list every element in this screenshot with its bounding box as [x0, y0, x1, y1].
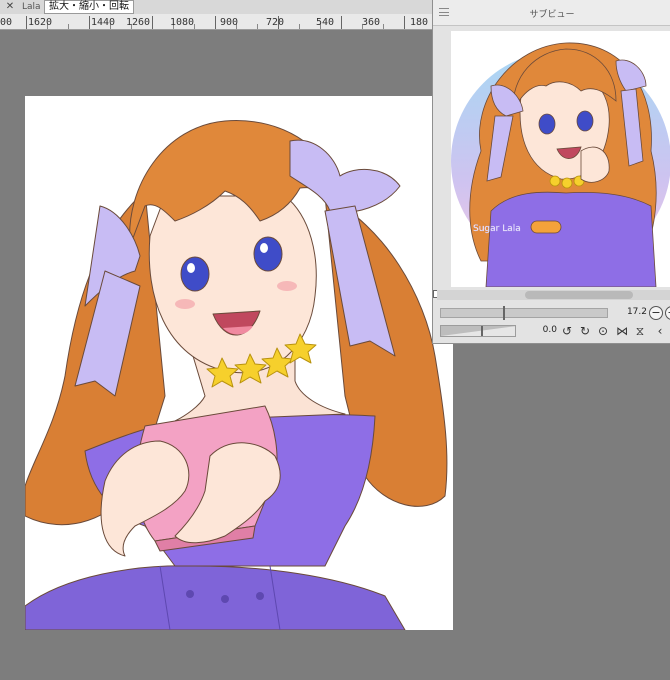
rotation-value: 0.0 [542, 325, 557, 335]
minus-circle-icon[interactable]: − [649, 306, 663, 320]
close-tab-icon[interactable]: ✕ [4, 0, 16, 14]
ruler-label: 540 [316, 17, 335, 28]
ruler-label: 900 [220, 17, 239, 28]
document-tab-bar: ✕ Lala 拡大・縮小・回転 [0, 0, 432, 14]
subview-preview[interactable]: Sugar Lala [451, 31, 670, 287]
chevron-left-icon[interactable]: ‹ [653, 324, 667, 338]
reset-icon[interactable]: ⊙ [596, 324, 610, 338]
ruler-label: 180 [410, 17, 429, 28]
subview-header: サブビュー [433, 0, 670, 26]
zoom-value: 17.2 [626, 307, 647, 317]
rotation-slider-thumb[interactable] [481, 326, 483, 336]
ruler-label: 00 [0, 17, 13, 28]
character-illustration [25, 120, 448, 630]
horizontal-scrollbar[interactable] [437, 290, 670, 300]
ruler-label: 1260 [126, 17, 151, 28]
flip-horizontal-icon[interactable]: ⋈ [615, 324, 629, 338]
subview-panel: サブビュー Sugar Lala 17.2 − 0.0 ↺ ↻ ⊙ ⋈ ⧖ ‹ [432, 0, 670, 344]
preview-signature: Sugar Lala [473, 224, 521, 234]
ruler-label: 1080 [170, 17, 195, 28]
left-eye [180, 256, 210, 292]
preview-illustration: Sugar Lala [451, 42, 670, 287]
zoom-row: 17.2 − + [437, 304, 670, 322]
flip-vertical-icon[interactable]: ⧖ [633, 324, 647, 338]
ruler-label: 720 [266, 17, 285, 28]
ruler-label: 1620 [28, 17, 53, 28]
rotate-right-icon[interactable]: ↻ [578, 324, 592, 338]
scrollbar-thumb[interactable] [525, 291, 633, 299]
rotate-left-icon[interactable]: ↺ [560, 324, 574, 338]
right-ribbon [289, 139, 401, 213]
plus-circle-icon[interactable]: + [665, 306, 670, 320]
drawing-canvas[interactable] [25, 96, 453, 630]
rotation-slider[interactable] [440, 325, 516, 337]
right-eye [253, 236, 283, 272]
ruler-label: 360 [362, 17, 381, 28]
tooltip: 拡大・縮小・回転 [44, 0, 134, 14]
rotation-row: 0.0 ↺ ↻ ⊙ ⋈ ⧖ ‹ [437, 322, 670, 340]
ruler-label: 1440 [91, 17, 116, 28]
subview-title: サブビュー [529, 10, 575, 20]
document-tab-title[interactable]: Lala [22, 0, 41, 14]
skirt [25, 565, 406, 630]
horizontal-ruler: 00 1620 1440 1260 1080 900 720 540 360 1… [0, 14, 432, 30]
zoom-slider-thumb[interactable] [503, 306, 505, 320]
zoom-slider[interactable] [440, 306, 608, 320]
